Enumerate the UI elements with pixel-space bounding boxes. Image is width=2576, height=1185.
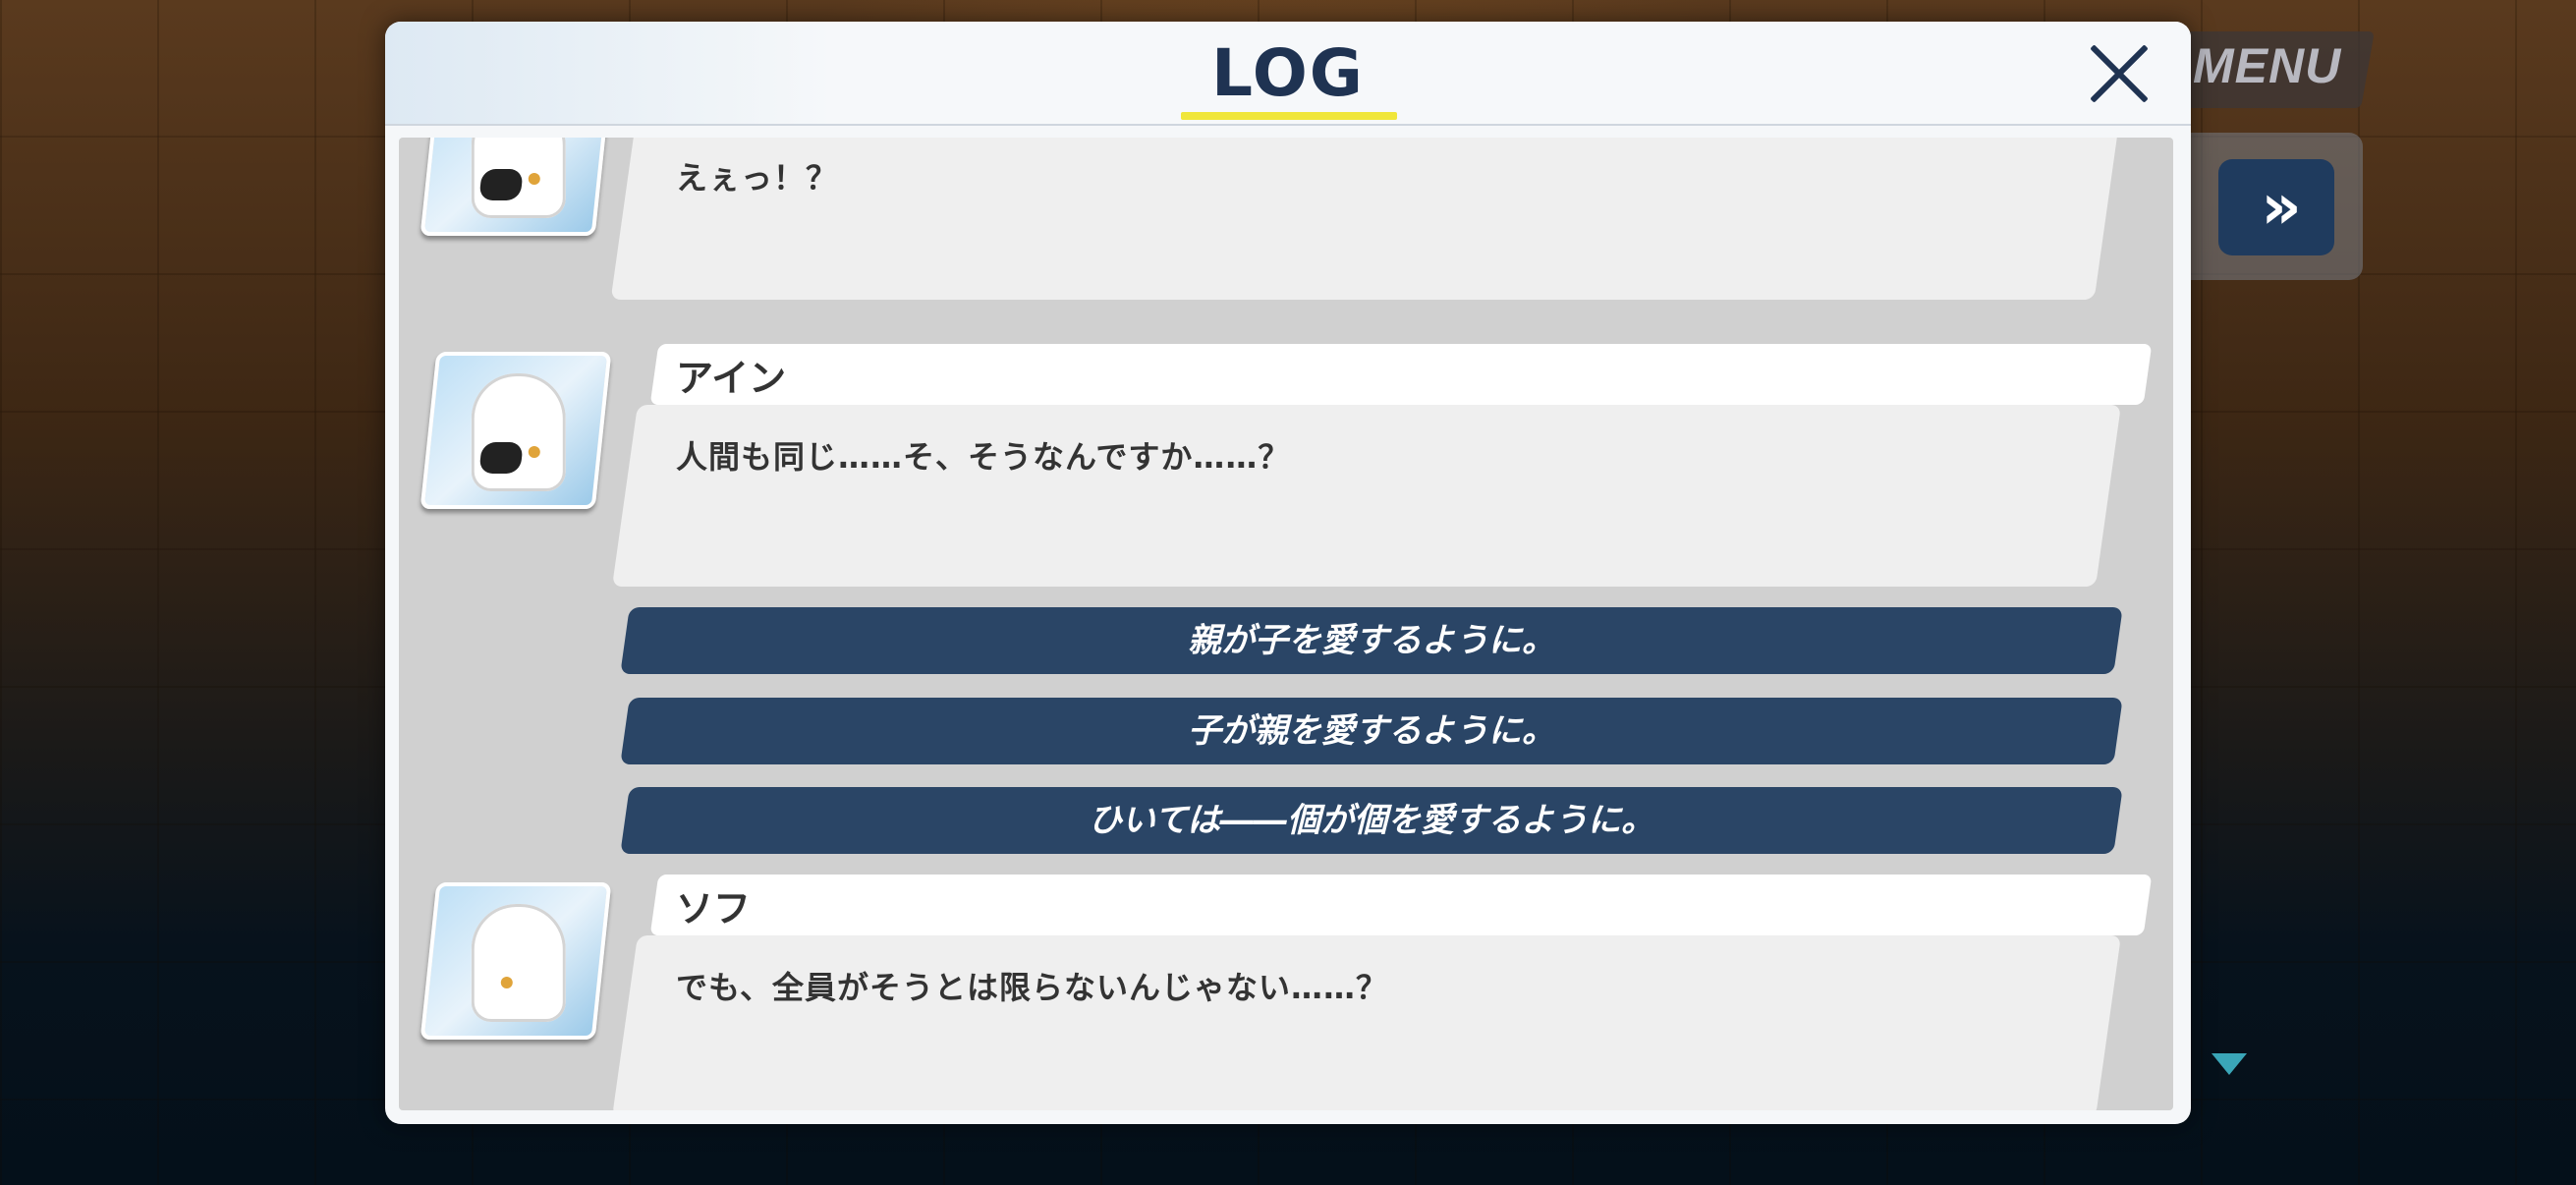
log-window: LOG えぇっ！？ アイン 人間も同じ……そ、そうなんですか……？ 親が子を愛す… [385, 22, 2191, 1124]
mask-icon [478, 169, 524, 200]
speaker-name: ソフ [676, 887, 752, 931]
character-face [471, 373, 566, 491]
choice-option-label: ひいては――個が個を愛するように。 [1088, 801, 1655, 840]
message-text: 人間も同じ……そ、そうなんですか……？ [676, 438, 1291, 476]
message-box [612, 935, 2121, 1110]
avatar-ein [420, 352, 612, 509]
fast-forward-button[interactable]: » [2218, 159, 2334, 255]
close-icon[interactable] [2085, 39, 2154, 108]
message-text: でも、全員がそうとは限らないんじゃない……？ [676, 969, 1389, 1006]
avatar-ein [420, 138, 612, 236]
speaker-name-bar [649, 344, 2153, 405]
log-scroll-area[interactable]: えぇっ！？ アイン 人間も同じ……そ、そうなんですか……？ 親が子を愛するように… [399, 138, 2173, 1110]
character-face [471, 904, 566, 1022]
avatar-soph [420, 882, 612, 1040]
title-underline [1181, 112, 1397, 120]
mask-icon [478, 442, 524, 474]
message-text: えぇっ！？ [676, 159, 839, 197]
choice-option-label: 親が子を愛するように。 [1188, 621, 1555, 660]
log-header: LOG [385, 22, 2191, 126]
log-title: LOG [1211, 35, 1365, 111]
speaker-name: アイン [676, 357, 787, 400]
menu-button-label: MENU [2193, 38, 2342, 93]
choice-option-label: 子が親を愛するように。 [1188, 711, 1555, 751]
next-arrow-icon [2212, 1053, 2247, 1075]
speaker-name-bar [649, 875, 2153, 935]
